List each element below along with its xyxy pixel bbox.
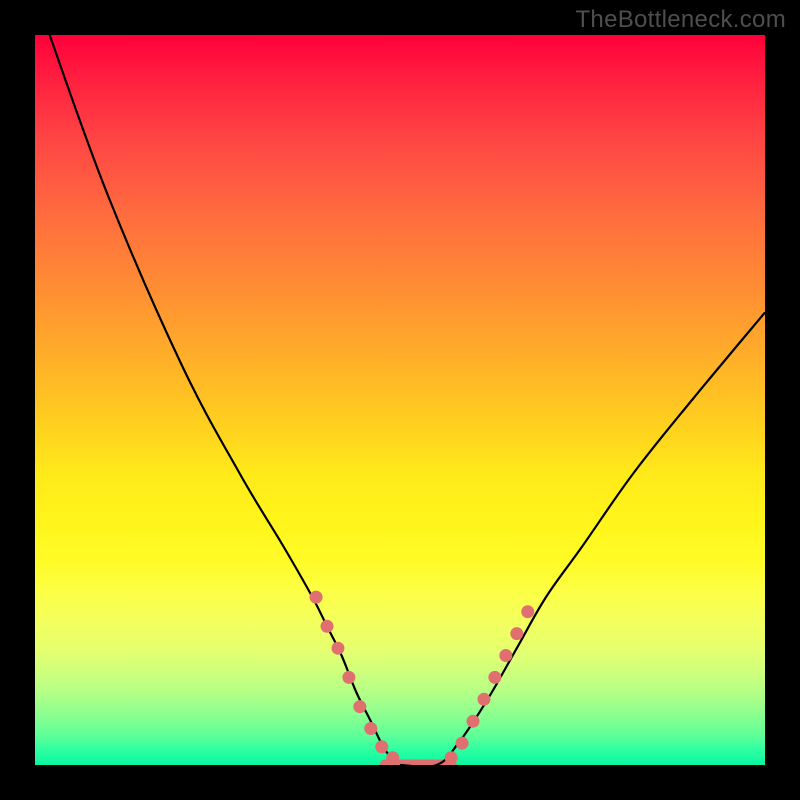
data-marker — [331, 642, 344, 655]
data-marker — [445, 751, 458, 764]
data-marker — [342, 671, 355, 684]
data-marker — [375, 740, 388, 753]
data-marker — [488, 671, 501, 684]
curve-layer — [35, 35, 765, 765]
data-marker — [510, 627, 523, 640]
data-marker — [310, 591, 323, 604]
chart-frame: TheBottleneck.com — [0, 0, 800, 800]
data-marker — [467, 715, 480, 728]
data-marker — [364, 722, 377, 735]
data-marker — [477, 693, 490, 706]
data-marker — [321, 620, 334, 633]
data-marker — [386, 751, 399, 764]
data-marker — [353, 700, 366, 713]
data-marker — [499, 649, 512, 662]
plot-area — [35, 35, 765, 765]
data-marker — [456, 737, 469, 750]
left-curve — [50, 35, 400, 765]
watermark-text: TheBottleneck.com — [575, 6, 786, 34]
right-markers — [445, 605, 535, 764]
right-curve — [400, 312, 765, 765]
data-marker — [521, 605, 534, 618]
